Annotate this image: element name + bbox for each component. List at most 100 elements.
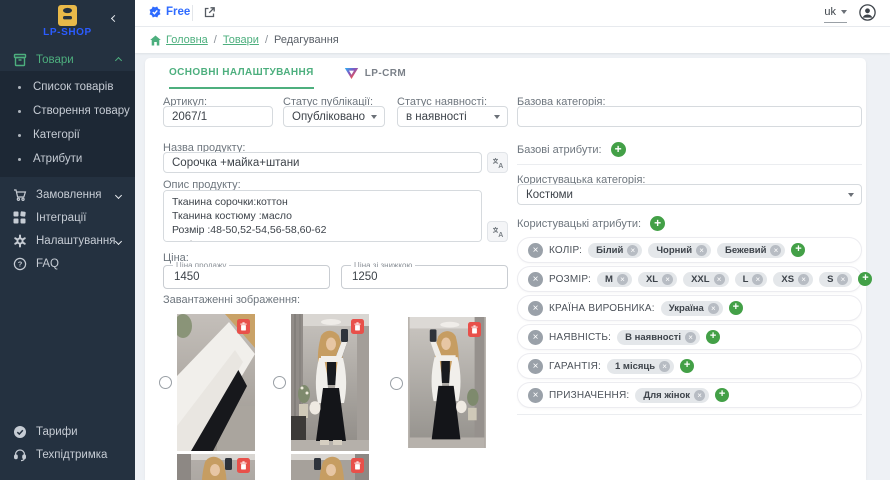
remove-value-icon[interactable]: × <box>708 303 719 314</box>
delete-image-button[interactable] <box>351 319 364 334</box>
add-value-button[interactable]: + <box>706 330 720 344</box>
image-radio[interactable] <box>273 376 286 389</box>
attribute-value-label: Чорний <box>656 245 692 256</box>
sidebar-item-settings[interactable]: Налаштування <box>0 229 135 252</box>
sidebar-item-attributes[interactable]: Атрибути <box>0 147 135 171</box>
attribute-value-chip: L× <box>735 272 768 287</box>
add-custom-attribute-button[interactable]: + <box>650 216 665 231</box>
description-textarea[interactable]: Тканина сорочки:коттон Тканина костюму :… <box>163 190 482 242</box>
attribute-value-chip: В наявності× <box>617 330 700 345</box>
attribute-row: × КОЛІР: Білий × Чорний × Бежевий × + <box>517 237 862 263</box>
chevron-up-icon <box>116 54 121 66</box>
image-cell <box>159 314 263 451</box>
remove-value-icon[interactable]: × <box>752 274 763 285</box>
delete-image-button[interactable] <box>237 458 250 473</box>
sidebar-item-faq[interactable]: ? FAQ <box>0 252 135 275</box>
delete-image-button[interactable] <box>468 322 481 337</box>
base-category-input[interactable] <box>517 106 862 127</box>
sidebar-item-product-list[interactable]: Список товарів <box>0 75 135 99</box>
attribute-row: ×КРАЇНА ВИРОБНИКА:Україна×+ <box>517 295 862 321</box>
plan-badge[interactable]: Free <box>148 5 190 19</box>
breadcrumb-products-link[interactable]: Товари <box>223 34 259 46</box>
remove-value-icon[interactable]: × <box>685 332 696 343</box>
translate-description-button[interactable]: A <box>487 221 508 242</box>
add-value-button[interactable]: + <box>680 359 694 373</box>
image-radio[interactable] <box>159 376 172 389</box>
pub-status-select[interactable]: Опубліковано <box>283 106 385 127</box>
remove-attribute-icon[interactable]: × <box>528 243 543 258</box>
breadcrumb: Головна / Товари / Редагування <box>135 27 890 53</box>
sidebar: LP-SHOP Товари Список товарів <box>0 0 135 480</box>
remove-value-icon[interactable]: × <box>694 390 705 401</box>
image-cell <box>273 454 377 480</box>
remove-value-icon[interactable]: × <box>696 245 707 256</box>
sidebar-item-label: FAQ <box>36 258 59 270</box>
remove-value-icon[interactable]: × <box>659 361 670 372</box>
logo-text: LP-SHOP <box>0 27 135 38</box>
product-photo-full-1 <box>291 314 369 451</box>
sidebar-item-tariffs[interactable]: Тарифи <box>0 420 135 443</box>
tab-lp-crm[interactable]: LP-CRM <box>344 67 406 89</box>
sidebar-item-products[interactable]: Товари <box>0 48 135 71</box>
remove-attribute-icon[interactable]: × <box>528 301 543 316</box>
sidebar-item-product-create[interactable]: Створення товару <box>0 99 135 123</box>
translate-name-button[interactable]: A <box>487 152 508 173</box>
tab-main-settings[interactable]: ОСНОВНІ НАЛАШТУВАННЯ <box>169 67 314 89</box>
attribute-name: ГАРАНТІЯ: <box>549 361 601 372</box>
remove-value-icon[interactable]: × <box>770 245 781 256</box>
avatar[interactable] <box>859 4 876 26</box>
breadcrumb-home-link[interactable]: Головна <box>166 34 208 46</box>
remove-value-icon[interactable]: × <box>714 274 725 285</box>
external-link-icon[interactable] <box>203 6 216 24</box>
sidebar-collapse-icon[interactable] <box>112 8 126 22</box>
add-value-button[interactable]: + <box>729 301 743 315</box>
remove-attribute-icon[interactable]: × <box>528 359 543 374</box>
attribute-value-chip: 1 місяць× <box>607 359 674 374</box>
attribute-value-label: Бежевий <box>725 245 766 256</box>
image-cell <box>159 454 263 480</box>
custom-attributes-header: Користувацькі атрибути: + <box>517 216 665 231</box>
add-value-button[interactable]: + <box>715 388 729 402</box>
product-name-input[interactable] <box>163 152 482 173</box>
add-base-attribute-button[interactable]: + <box>611 142 626 157</box>
attribute-name: КОЛІР: <box>549 245 582 256</box>
sub-item-label: Категорії <box>33 129 80 141</box>
discount-price-input[interactable] <box>343 267 506 287</box>
pub-status-value: Опубліковано <box>292 111 365 123</box>
caret-down-icon <box>371 115 377 119</box>
sku-input[interactable] <box>163 106 273 127</box>
chevron-down-icon <box>116 189 121 201</box>
sidebar-item-support[interactable]: Техпідтримка <box>0 443 135 466</box>
sidebar-item-orders[interactable]: Замовлення <box>0 183 135 206</box>
plan-label: Free <box>166 6 190 18</box>
sale-price-input[interactable] <box>165 267 328 287</box>
language-selector[interactable]: uk <box>824 6 847 23</box>
attribute-value-label: L <box>743 274 749 285</box>
bullet-icon <box>18 134 21 137</box>
delete-image-button[interactable] <box>351 458 364 473</box>
remove-attribute-icon[interactable]: × <box>528 388 543 403</box>
add-value-button[interactable]: + <box>791 243 805 257</box>
sidebar-item-integrations[interactable]: Інтеграції <box>0 206 135 229</box>
custom-category-value: Костюми <box>526 189 573 201</box>
attribute-row: × ГАРАНТІЯ: 1 місяць× + <box>517 353 862 379</box>
image-radio[interactable] <box>390 377 403 390</box>
remove-value-icon[interactable]: × <box>662 274 673 285</box>
attribute-value-label: Білий <box>596 245 623 256</box>
remove-value-icon[interactable]: × <box>617 274 628 285</box>
delete-image-button[interactable] <box>237 319 250 334</box>
sub-item-label: Створення товару <box>33 105 130 117</box>
avail-status-select[interactable]: в наявності <box>397 106 508 127</box>
custom-category-select[interactable]: Костюми <box>517 184 862 205</box>
remove-value-icon[interactable]: × <box>627 245 638 256</box>
breadcrumb-current: Редагування <box>274 34 339 46</box>
remove-attribute-icon[interactable]: × <box>528 330 543 345</box>
product-photo-full-3 <box>177 454 255 480</box>
add-value-button[interactable]: + <box>858 272 872 286</box>
attribute-value-chip: Україна× <box>661 301 723 316</box>
attribute-value-label: M <box>605 274 613 285</box>
remove-value-icon[interactable]: × <box>837 274 848 285</box>
sidebar-item-categories[interactable]: Категорії <box>0 123 135 147</box>
remove-attribute-icon[interactable]: × <box>528 272 543 287</box>
remove-value-icon[interactable]: × <box>798 274 809 285</box>
